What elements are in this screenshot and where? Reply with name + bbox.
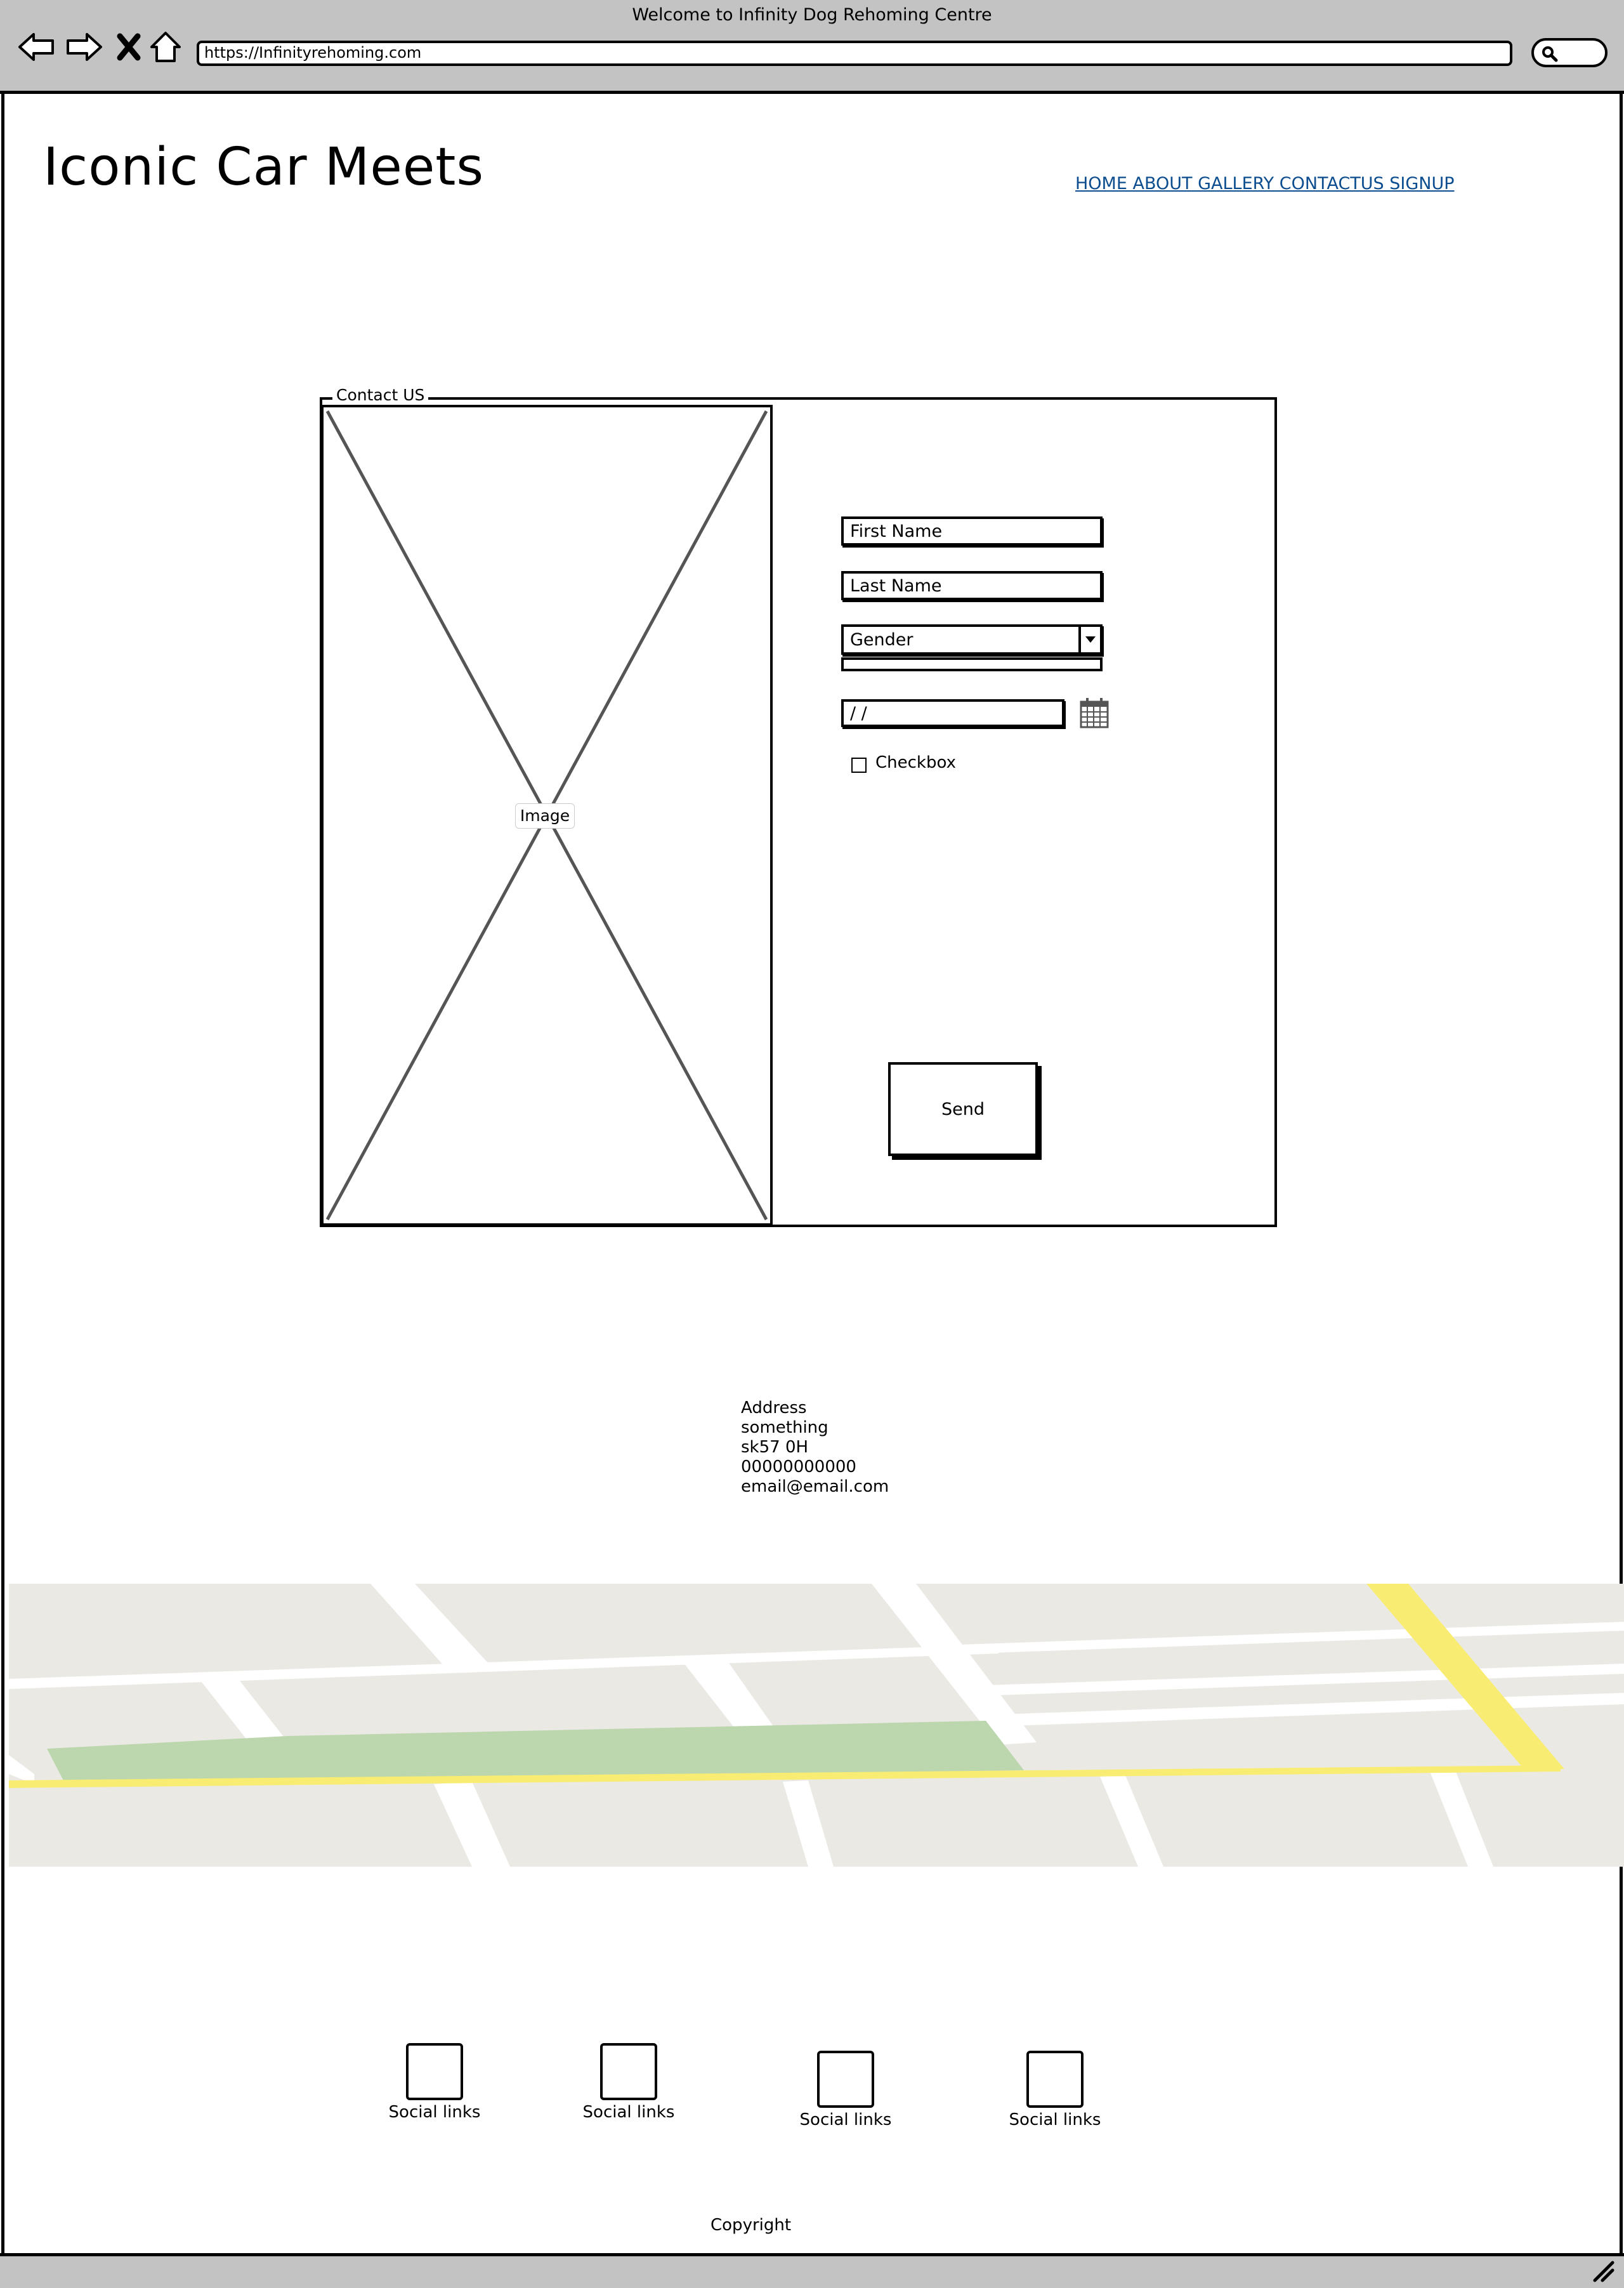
resize-grip-icon[interactable] [1592,2260,1615,2283]
address-postcode: sk57 0H [741,1438,809,1457]
social-link-4[interactable] [1026,2051,1084,2108]
nav-links[interactable]: HOME ABOUT GALLERY CONTACTUS SIGNUP [1075,174,1455,194]
address-line-1: Address [741,1398,807,1417]
send-button[interactable]: Send [888,1062,1038,1156]
status-bar [0,2253,1624,2288]
date-input[interactable]: / / [841,699,1064,727]
first-name-input[interactable]: First Name [841,516,1103,546]
image-label: Image [515,803,575,829]
map[interactable] [9,1584,1624,1867]
address-line-2: something [741,1418,828,1437]
site-title: Iconic Car Meets [43,137,485,197]
search-field[interactable] [1531,38,1608,67]
social-label-4: Social links [1009,2110,1101,2129]
address-block: Address something sk57 0H 00000000000 em… [741,1398,889,1497]
contact-legend: Contact US [332,386,429,404]
gender-dropdown-list[interactable] [841,657,1103,671]
home-icon[interactable] [143,27,188,67]
address-phone: 00000000000 [741,1457,856,1476]
social-link-1[interactable] [406,2043,463,2100]
social-label-1: Social links [388,2103,481,2122]
checkbox-label: Checkbox [875,753,956,772]
search-icon [1542,46,1558,62]
calendar-icon[interactable] [1080,697,1109,728]
address-email: email@email.com [741,1477,889,1496]
copyright: Copyright [710,2216,792,2235]
social-link-2[interactable] [600,2043,657,2100]
chevron-down-icon[interactable] [1078,627,1100,652]
last-name-input[interactable]: Last Name [841,571,1103,600]
social-label-3: Social links [799,2110,892,2129]
checkbox[interactable] [851,758,867,773]
window-title: Welcome to Infinity Dog Rehoming Centre [632,5,992,25]
social-label-2: Social links [582,2103,675,2122]
gender-select[interactable]: Gender [841,624,1103,655]
back-arrow-icon[interactable] [14,27,58,67]
address-bar[interactable]: https://Infinityrehoming.com [197,41,1512,66]
gender-select-value: Gender [850,629,914,650]
forward-arrow-icon[interactable] [62,27,107,67]
social-link-3[interactable] [817,2051,874,2108]
